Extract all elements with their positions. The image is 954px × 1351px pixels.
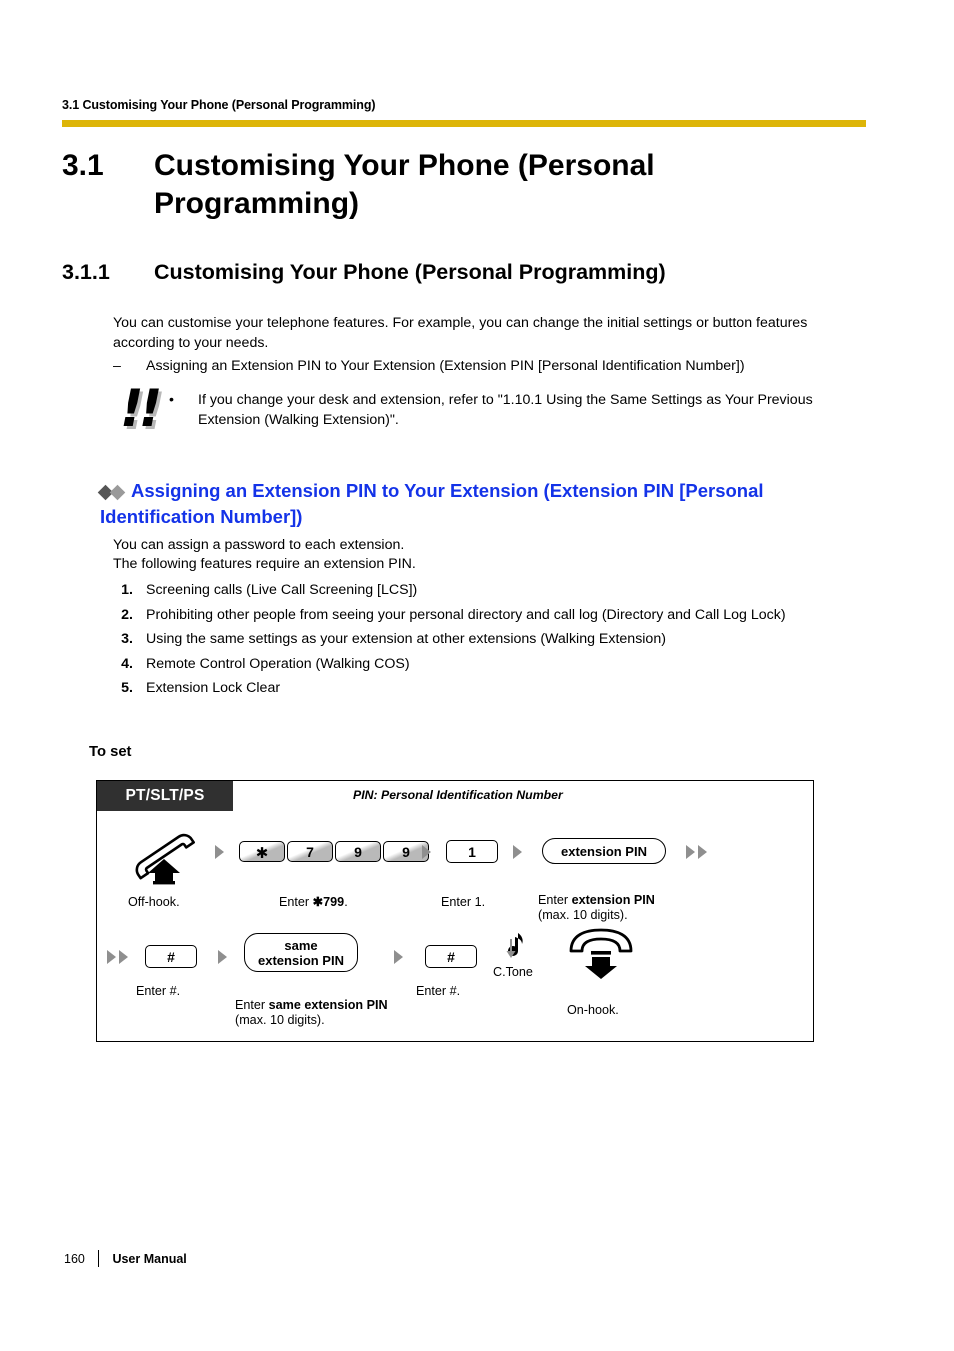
enter-same-pin-caption-line2: (max. 10 digits). <box>235 1013 325 1027</box>
key-7-label: 7 <box>306 843 314 860</box>
key-9-first-label: 9 <box>354 843 362 860</box>
intro-paragraph: You can customise your telephone feature… <box>113 315 808 351</box>
key-7[interactable]: 7 <box>287 841 333 862</box>
list-item-text: Using the same settings as your extensio… <box>146 631 666 647</box>
off-hook-caption: Off-hook. <box>128 895 180 909</box>
key-9-first[interactable]: 9 <box>335 841 381 862</box>
enter-pin-caption-line2: (max. 10 digits). <box>538 908 628 922</box>
enter-pin-bold: extension PIN <box>571 893 655 907</box>
extension-pin-field[interactable]: extension PIN <box>542 838 666 864</box>
flow-arrow-icon <box>218 950 227 964</box>
list-item: 2. Prohibiting other people from seeing … <box>113 605 868 625</box>
key-1-label: 1 <box>468 843 476 860</box>
key-hash-first-label: # <box>167 948 175 965</box>
same-extension-pin-field[interactable]: same extension PIN <box>244 933 358 972</box>
list-item-text: Extension Lock Clear <box>146 680 281 696</box>
keypad-code-799: ✱ 7 9 9 <box>239 841 431 862</box>
chapter-heading-text: Customising Your Phone (Personal Program… <box>154 149 655 220</box>
flow-arrow-icon <box>686 845 695 859</box>
section-number: 3.1.1 <box>62 260 110 284</box>
note-text: If you change your desk and extension, r… <box>198 392 813 428</box>
feature-intro-line-1: You can assign a password to each extens… <box>113 537 405 553</box>
flow-arrow-icon <box>422 845 431 859</box>
section-title: 3.1.1 Customising Your Phone (Personal P… <box>62 258 872 286</box>
device-type-tag: PT/SLT/PS <box>97 781 233 811</box>
notice-exclamation-icon: !! <box>113 383 169 440</box>
enter-same-pin-caption: Enter same extension PIN <box>235 998 388 1013</box>
chapter-title: 3.1 Customising Your Phone (Personal Pro… <box>62 147 872 223</box>
same-pin-line-2: extension PIN <box>258 952 344 968</box>
flow-arrow-icon <box>119 950 128 964</box>
flow-arrow-icon <box>513 845 522 859</box>
feature-ordered-list: 1. Screening calls (Live Call Screening … <box>113 580 868 703</box>
list-item-number: 3. <box>121 631 133 647</box>
key-asterisk[interactable]: ✱ <box>239 841 285 862</box>
dash-list-item: – Assigning an Extension PIN to Your Ext… <box>113 356 853 376</box>
enter-hash-caption-second: Enter #. <box>416 984 461 998</box>
header-rule <box>62 120 866 127</box>
running-header: 3.1 Customising Your Phone (Personal Pro… <box>62 98 376 112</box>
diamond-bullet-light-icon <box>109 484 126 501</box>
enter-code-value: ✱799 <box>312 895 345 909</box>
note-block: !! • If you change your desk and extensi… <box>113 383 853 440</box>
enter-pin-caption: Enter extension PIN <box>538 893 655 908</box>
key-hash-first[interactable]: # <box>145 945 197 968</box>
on-hook-caption: On-hook. <box>567 1003 619 1017</box>
key-1[interactable]: 1 <box>446 840 498 863</box>
dash-marker: – <box>113 358 121 374</box>
flow-arrow-icon <box>215 845 224 859</box>
list-item: 4. Remote Control Operation (Walking COS… <box>113 654 868 674</box>
procedure-label: To set <box>89 744 132 760</box>
page-footer: 160 User Manual <box>64 1250 187 1267</box>
section-heading-text: Customising Your Phone (Personal Program… <box>154 260 666 284</box>
flow-arrow-icon <box>107 950 116 964</box>
flow-arrow-icon <box>394 950 403 964</box>
same-pin-line-1: same <box>284 937 318 953</box>
feature-intro-line-2: The following features require an extens… <box>113 556 416 572</box>
on-hook-handset-icon <box>565 927 637 984</box>
feature-intro: You can assign a password to each extens… <box>113 536 835 574</box>
notice-icon-glyph: !! <box>120 379 162 439</box>
key-hash-second[interactable]: # <box>425 945 477 968</box>
footer-page-number: 160 <box>64 1251 85 1266</box>
keypad-hash-second: # <box>425 945 479 968</box>
pin-legend: PIN: Personal Identification Number <box>353 788 563 802</box>
confirmation-tone-caption: C.Tone <box>493 965 533 979</box>
keypad-hash-first: # <box>145 945 199 968</box>
list-item-text: Screening calls (Live Call Screening [LC… <box>146 582 418 598</box>
list-item: 1. Screening calls (Live Call Screening … <box>113 580 868 600</box>
list-item-number: 4. <box>121 655 133 672</box>
enter-code-caption: Enter ✱799. <box>279 895 348 910</box>
list-item-text: Prohibiting other people from seeing you… <box>146 606 786 623</box>
footer-label: User Manual <box>112 1251 187 1266</box>
enter-code-suffix: . <box>344 895 348 909</box>
key-hash-second-label: # <box>447 948 455 965</box>
list-item: 3. Using the same settings as your exten… <box>113 629 868 649</box>
feature-heading: Assigning an Extension PIN to Your Exten… <box>97 478 870 530</box>
dash-item-text: Assigning an Extension PIN to Your Exten… <box>146 358 745 374</box>
enter-pin-prefix: Enter <box>538 893 572 907</box>
note-bullet-marker: • <box>169 392 174 408</box>
list-item-text: Remote Control Operation (Walking COS) <box>146 655 410 672</box>
procedure-diagram: PT/SLT/PS PIN: Personal Identification N… <box>96 780 814 1042</box>
enter-code-prefix: Enter <box>279 895 313 909</box>
keypad-code-1: 1 <box>446 840 500 863</box>
chapter-number: 3.1 <box>62 149 104 182</box>
enter-same-pin-bold: same extension PIN <box>268 998 388 1012</box>
list-item-number: 1. <box>121 582 133 598</box>
list-item-number: 5. <box>121 680 133 696</box>
feature-heading-text: Assigning an Extension PIN to Your Exten… <box>100 480 764 527</box>
list-item: 5. Extension Lock Clear <box>113 678 868 698</box>
enter-hash-caption-first: Enter #. <box>136 984 181 998</box>
list-item-number: 2. <box>121 606 133 623</box>
flow-arrow-icon <box>698 845 707 859</box>
footer-divider <box>97 1250 100 1267</box>
off-hook-handset-icon <box>133 833 199 890</box>
enter-1-caption: Enter 1. <box>441 895 486 909</box>
key-9-second-label: 9 <box>402 843 410 860</box>
enter-same-pin-prefix: Enter <box>235 998 269 1012</box>
